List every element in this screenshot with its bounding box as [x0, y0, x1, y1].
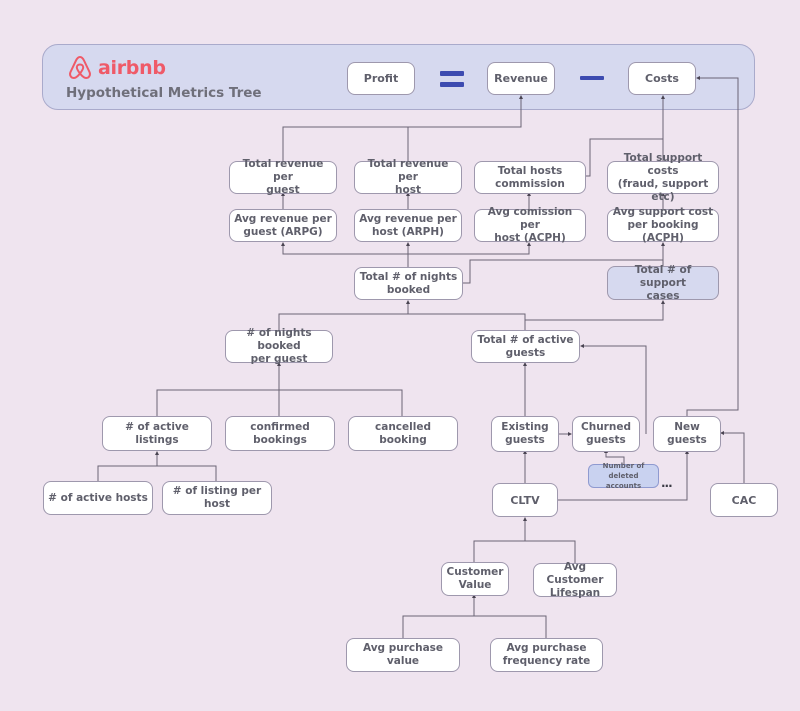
connector	[402, 615, 547, 638]
node-avg-purchase-frequency[interactable]: Avg purchase frequency rate	[490, 638, 603, 672]
node-existing-guests[interactable]: Existing guests	[491, 416, 559, 452]
node-avg-purchase-value[interactable]: Avg purchase value	[346, 638, 460, 672]
node-total-revenue-per-host[interactable]: Total revenue per host	[354, 158, 462, 196]
node-active-listings[interactable]: # of active listings	[102, 416, 212, 451]
node-customer-value[interactable]: Customer Value	[441, 562, 509, 596]
node-active-hosts[interactable]: # of active hosts	[43, 481, 153, 515]
node-total-active-guests[interactable]: Total # of active guests	[471, 330, 580, 363]
node-avg-customer-lifespan[interactable]: Avg Customer Lifespan	[533, 561, 617, 599]
connector	[720, 431, 745, 483]
node-cltv[interactable]: CLTV	[492, 483, 558, 517]
node-arpg[interactable]: Avg revenue per guest (ARPG)	[229, 209, 337, 242]
connector	[525, 300, 665, 321]
connector	[282, 242, 531, 255]
more-ellipsis: ...	[661, 476, 673, 490]
node-listing-per-host[interactable]: # of listing per host	[162, 481, 272, 515]
connector-lines	[97, 76, 745, 638]
node-total-hosts-commission[interactable]: Total hosts commission	[474, 161, 586, 194]
node-churned-guests[interactable]: Churned guests	[572, 416, 640, 452]
node-acph-commission[interactable]: Avg comission per host (ACPH)	[474, 206, 586, 244]
node-deleted-accounts[interactable]: Number of deleted accounts	[588, 462, 659, 490]
node-total-nights-booked[interactable]: Total # of nights booked	[354, 267, 463, 300]
node-acph-support[interactable]: Avg support cost per booking (ACPH)	[607, 206, 719, 244]
node-total-support-cases[interactable]: Total # of support cases	[607, 264, 719, 302]
node-cancelled-booking[interactable]: cancelled booking	[348, 416, 458, 451]
connector	[282, 95, 523, 161]
connector	[97, 465, 217, 481]
node-arph[interactable]: Avg revenue per host (ARPH)	[354, 209, 462, 242]
node-total-support-costs[interactable]: Total support costs (fraud, support etc)	[607, 152, 719, 203]
connector	[686, 76, 739, 416]
node-new-guests[interactable]: New guests	[653, 416, 721, 452]
node-nights-per-guest[interactable]: # of nights booked per guest	[225, 327, 333, 365]
node-cac[interactable]: CAC	[710, 483, 778, 517]
node-confirmed-bookings[interactable]: confirmed bookings	[225, 416, 335, 451]
node-total-revenue-per-guest[interactable]: Total revenue per guest	[229, 158, 337, 196]
